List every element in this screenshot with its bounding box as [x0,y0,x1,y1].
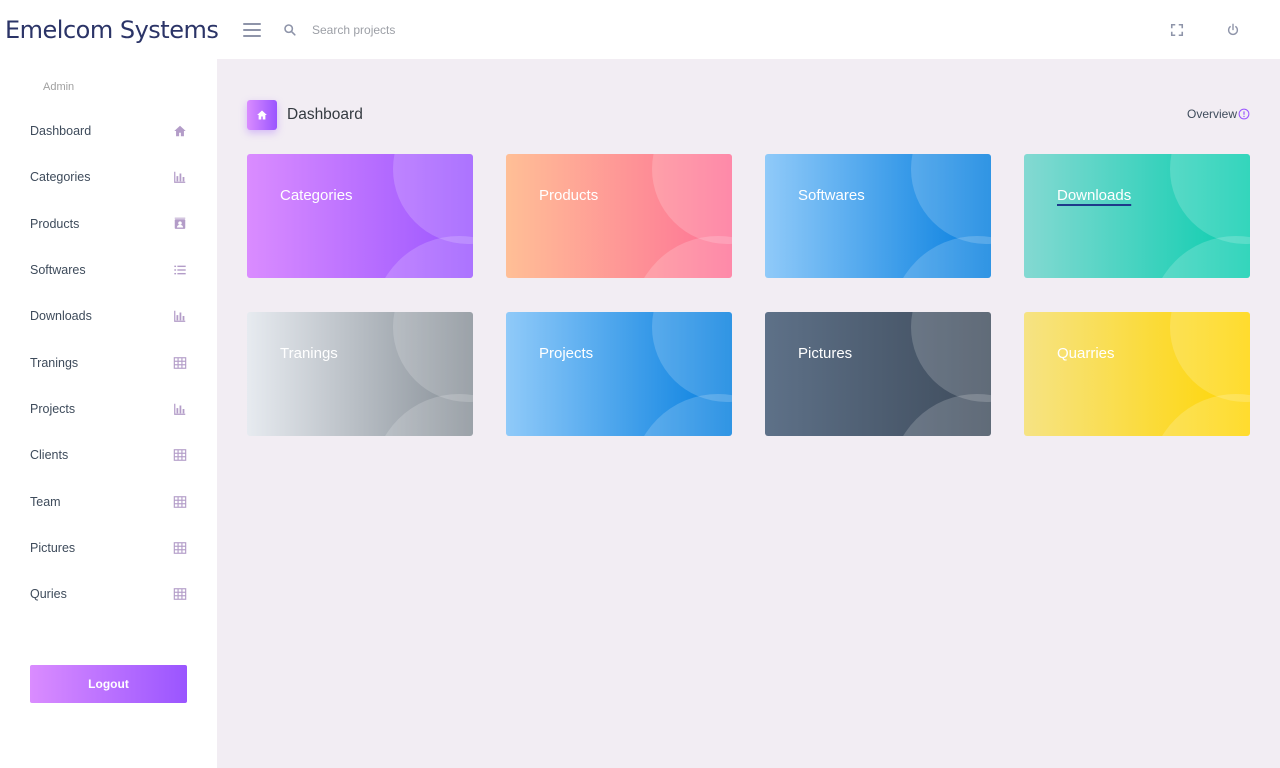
search-bar [283,22,612,37]
info-icon [1238,108,1250,120]
card-products[interactable]: Products [506,154,732,278]
card-tranings[interactable]: Tranings [247,312,473,436]
table-icon [173,541,187,554]
sidebar: Admin Dashboard Categories Products Soft… [0,59,217,768]
list-icon [174,265,186,275]
card-label[interactable]: Downloads [1057,187,1131,204]
table-icon [173,356,187,369]
sidebar-item-label: Clients [30,448,69,463]
card-label: Tranings [280,345,338,362]
sidebar-item-label: Projects [30,401,76,416]
main-content: Dashboard Overview Categories Products S… [217,59,1280,768]
sidebar-item-label: Pictures [30,540,76,555]
sidebar-item-team[interactable]: Team [0,478,217,524]
sidebar-item-products[interactable]: Products [0,201,217,247]
bar-chart-icon [174,311,186,323]
logout-button[interactable]: Logout [30,665,187,703]
sidebar-item-categories[interactable]: Categories [0,154,217,200]
sidebar-item-quries[interactable]: Quries [0,571,217,617]
sidebar-item-dashboard[interactable]: Dashboard [0,108,217,154]
bar-chart-icon [174,403,186,415]
card-projects[interactable]: Projects [506,312,732,436]
brand-logo[interactable]: Emelcom Systems [0,16,219,44]
power-icon[interactable] [1226,23,1240,37]
search-input[interactable] [312,22,612,37]
overview-link[interactable]: Overview [1187,107,1250,121]
card-label: Projects [539,345,594,362]
overview-label: Overview [1186,107,1237,121]
card-categories[interactable]: Categories [247,154,473,278]
sidebar-nav: Dashboard Categories Products Softwares … [0,108,217,617]
sidebar-item-label: Team [30,494,61,509]
top-navbar: Emelcom Systems [0,0,1280,59]
card-label: Categories [280,187,353,204]
card-quarries[interactable]: Quarries [1024,312,1250,436]
sidebar-item-projects[interactable]: Projects [0,386,217,432]
sidebar-item-label: Downloads [30,309,92,324]
sidebar-item-label: Dashboard [30,124,92,139]
card-label: Quarries [1057,345,1115,362]
table-icon [173,495,187,508]
dashboard-cards: Categories Products Softwares Downloads … [247,154,1250,436]
navbar-actions [1170,0,1240,59]
card-pictures[interactable]: Pictures [765,312,991,436]
home-icon [247,100,277,130]
card-label: Pictures [798,345,853,362]
bar-chart-icon [174,172,186,184]
sidebar-item-pictures[interactable]: Pictures [0,525,217,571]
table-icon [173,588,187,600]
sidebar-item-label: Products [30,216,80,231]
sidebar-item-downloads[interactable]: Downloads [0,293,217,339]
card-label: Softwares [798,187,865,204]
sidebar-item-label: Categories [30,170,91,185]
menu-toggle-icon[interactable] [243,22,261,37]
sidebar-item-label: Tranings [30,355,79,370]
card-softwares[interactable]: Softwares [765,154,991,278]
card-downloads[interactable]: Downloads [1024,154,1250,278]
sidebar-item-label: Softwares [30,263,86,278]
fullscreen-icon[interactable] [1170,23,1184,37]
page-header: Dashboard Overview [247,100,1250,130]
home-icon [174,125,186,137]
sidebar-item-softwares[interactable]: Softwares [0,247,217,293]
page-title: Dashboard [287,106,363,123]
search-icon [284,23,296,36]
sidebar-heading: Admin [43,81,75,93]
sidebar-item-clients[interactable]: Clients [0,432,217,478]
sidebar-item-label: Quries [30,587,67,602]
card-label: Products [539,187,599,204]
contacts-icon [174,217,186,229]
sidebar-item-tranings[interactable]: Tranings [0,339,217,385]
table-icon [173,449,187,462]
